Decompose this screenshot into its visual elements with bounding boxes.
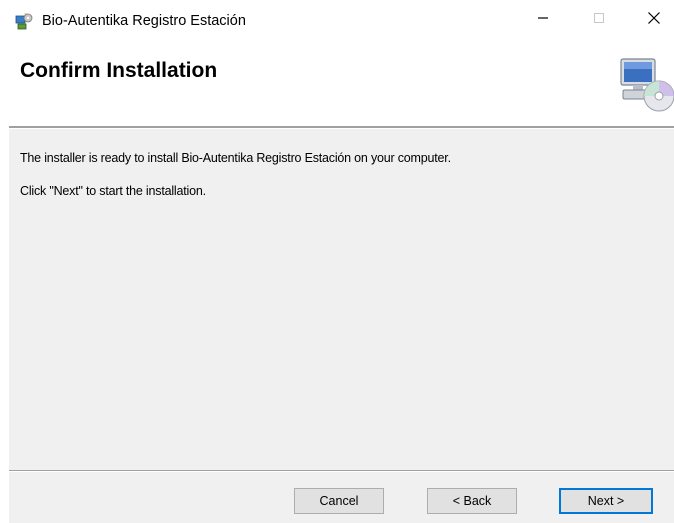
- minimize-icon: [537, 11, 549, 29]
- cancel-button[interactable]: Cancel: [294, 488, 384, 514]
- next-button[interactable]: Next >: [559, 488, 653, 514]
- minimize-button[interactable]: [520, 0, 566, 40]
- back-button[interactable]: < Back: [427, 488, 517, 514]
- ready-message: The installer is ready to install Bio-Au…: [20, 151, 451, 165]
- installer-window: Bio-Autentika Registro Estación Confirm …: [9, 0, 674, 523]
- title-bar[interactable]: Bio-Autentika Registro Estación: [9, 0, 674, 40]
- maximize-button[interactable]: [576, 0, 622, 40]
- footer-divider: [9, 470, 674, 472]
- page-title: Confirm Installation: [20, 59, 218, 82]
- installer-icon: [15, 12, 33, 30]
- header-banner: Confirm Installation: [9, 40, 674, 126]
- close-icon: [647, 11, 661, 30]
- instruction-message: Click "Next" to start the installation.: [20, 184, 206, 198]
- computer-cd-icon: [615, 55, 674, 113]
- window-title: Bio-Autentika Registro Estación: [42, 13, 246, 29]
- close-button[interactable]: [631, 0, 674, 40]
- header-divider: [9, 126, 674, 129]
- maximize-icon: [593, 11, 605, 29]
